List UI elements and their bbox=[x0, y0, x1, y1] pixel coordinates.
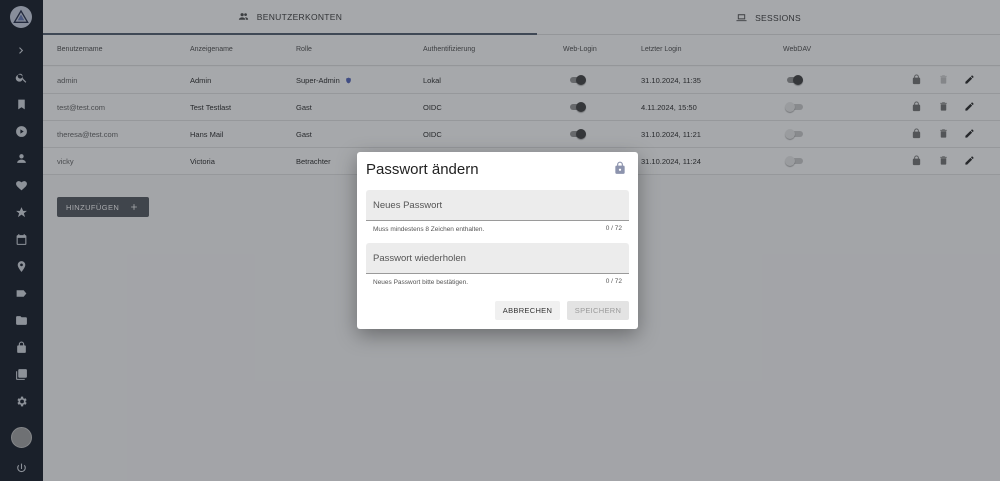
save-button[interactable]: SPEICHERN bbox=[567, 301, 629, 320]
repeat-password-input[interactable] bbox=[366, 243, 629, 273]
lock-icon bbox=[613, 161, 627, 175]
new-password-field[interactable] bbox=[366, 190, 629, 221]
cancel-button[interactable]: ABBRECHEN bbox=[495, 301, 560, 320]
repeat-password-field[interactable] bbox=[366, 243, 629, 274]
dialog-title: Passwort ändern bbox=[366, 161, 479, 178]
new-password-counter: 0 / 72 bbox=[605, 225, 622, 232]
repeat-password-counter: 0 / 72 bbox=[605, 278, 622, 285]
change-password-dialog: Passwort ändern Muss mindestens 8 Zeiche… bbox=[357, 152, 638, 329]
new-password-input[interactable] bbox=[366, 190, 629, 220]
new-password-hint: Muss mindestens 8 Zeichen enthalten. bbox=[373, 226, 485, 233]
repeat-password-hint: Neues Passwort bitte bestätigen. bbox=[373, 279, 469, 286]
